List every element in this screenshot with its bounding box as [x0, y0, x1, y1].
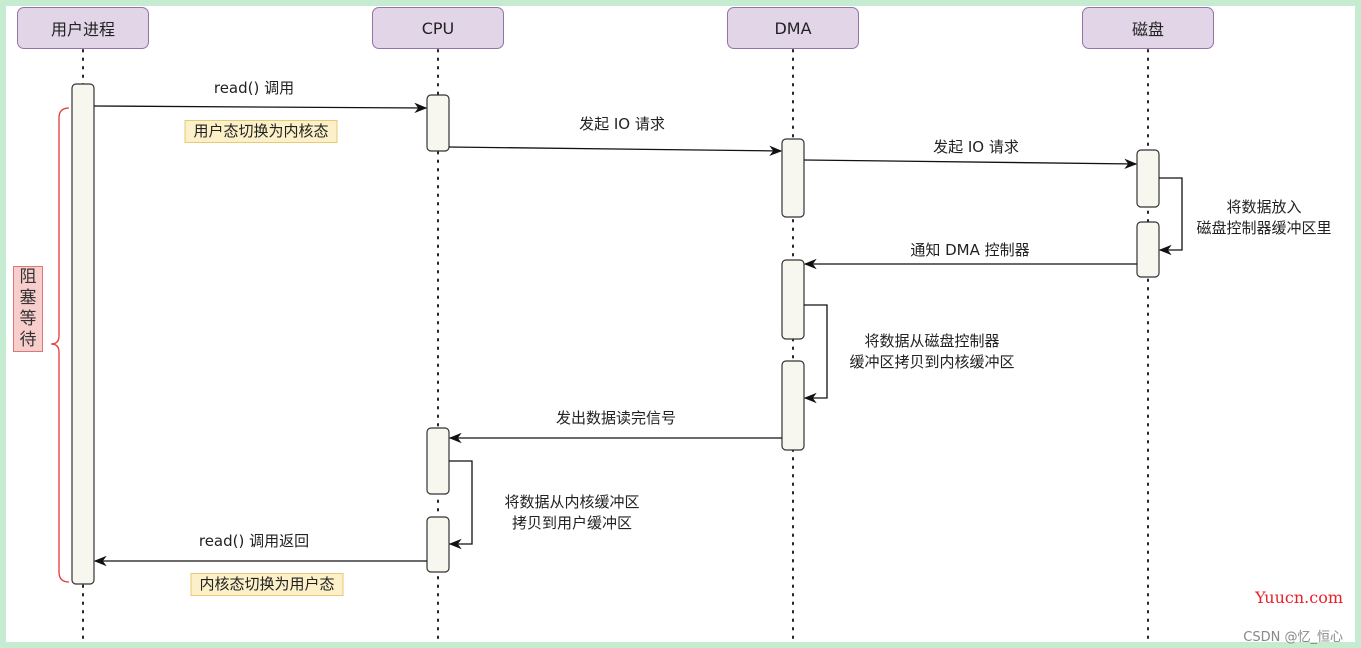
self-label-cpu-line1: 将数据从内核缓冲区 [504, 493, 640, 511]
message-label-notify-dma: 通知 DMA 控制器 [910, 241, 1030, 259]
participant-cpu: CPU [372, 7, 504, 49]
participant-label: 用户进程 [50, 20, 115, 39]
self-arrow-cpu [448, 460, 473, 550]
participant-label: DMA [774, 18, 812, 38]
activation-dma-2 [781, 259, 805, 340]
blocking-wait-label: 阻 塞 等 待 [13, 266, 43, 352]
self-label-disk-line2: 磁盘控制器缓冲区里 [1196, 219, 1332, 237]
activation-disk-2 [1136, 221, 1160, 278]
note-user-to-kernel: 用户态切换为内核态 [184, 120, 338, 143]
participant-user-process: 用户进程 [17, 7, 149, 49]
activation-user [71, 83, 95, 585]
message-label-read-call: read() 调用 [213, 79, 295, 97]
message-label-dma-io-request: 发起 IO 请求 [933, 138, 1019, 156]
message-label-cpu-io-request: 发起 IO 请求 [579, 115, 665, 133]
watermark-author: CSDN @忆_恒心 [1243, 630, 1343, 645]
self-label-dma-line2: 缓冲区拷贝到内核缓冲区 [849, 353, 1015, 371]
watermark-site: Yuucn.com [1255, 588, 1343, 607]
activation-cpu-3 [426, 516, 450, 573]
self-label-cpu-line2: 拷贝到用户缓冲区 [511, 514, 633, 532]
note-kernel-to-user: 内核态切换为用户态 [190, 573, 344, 596]
blocking-char: 阻 [19, 267, 37, 287]
blocking-brace [50, 107, 70, 583]
arrow-dma-to-disk [803, 158, 1138, 170]
self-label-disk-line1: 将数据放入 [1226, 198, 1302, 216]
activation-cpu-1 [426, 94, 450, 152]
self-arrow-dma [803, 304, 828, 404]
blocking-char: 等 [19, 309, 37, 329]
message-label-read-done-signal: 发出数据读完信号 [555, 409, 677, 427]
arrow-read-call [93, 102, 428, 114]
activation-disk-1 [1136, 149, 1160, 208]
self-arrow-disk [1158, 177, 1183, 256]
participant-label: CPU [421, 18, 455, 38]
activation-dma-1 [781, 138, 805, 218]
blocking-char: 塞 [19, 288, 37, 308]
activation-dma-3 [781, 360, 805, 451]
participant-disk: 磁盘 [1082, 7, 1214, 49]
activation-cpu-2 [426, 427, 450, 495]
arrow-cpu-to-dma [448, 145, 783, 157]
diagram-canvas: 用户进程 CPU DMA 磁盘 read() 调用 用户态切换为内核态 发起 I… [6, 6, 1355, 645]
blocking-char: 待 [19, 330, 37, 350]
participant-label: 磁盘 [1131, 20, 1164, 39]
self-label-dma-line1: 将数据从磁盘控制器 [864, 332, 1000, 350]
message-label-read-return: read() 调用返回 [198, 532, 310, 550]
participant-dma: DMA [727, 7, 859, 49]
